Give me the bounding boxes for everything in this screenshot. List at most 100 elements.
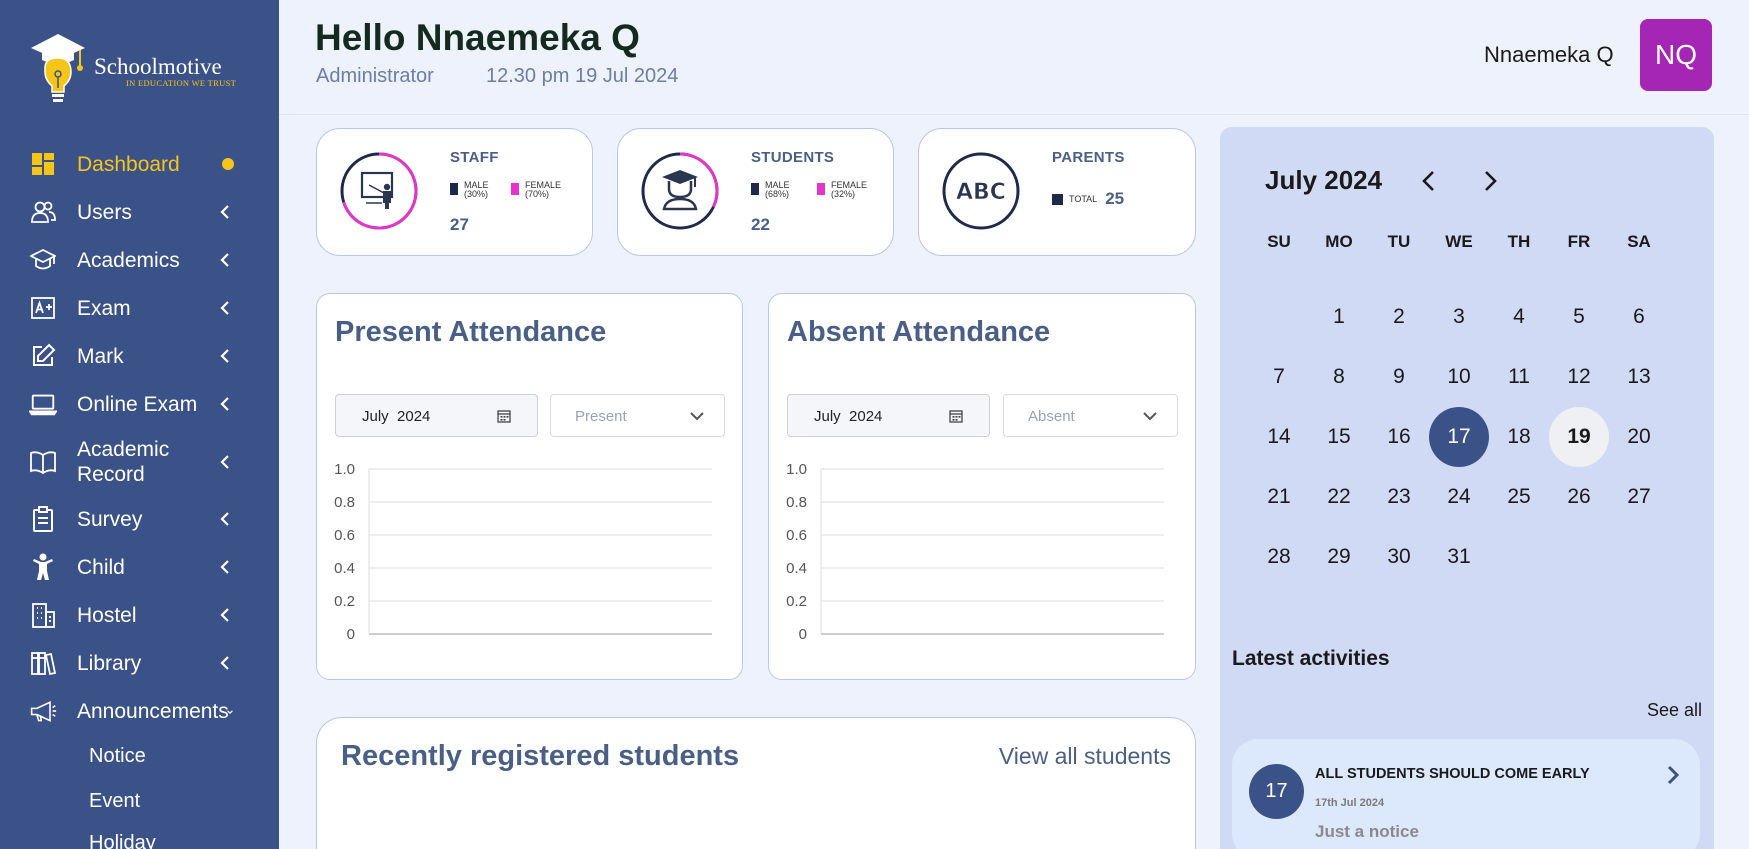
sidebar-item-dashboard[interactable]: Dashboard (0, 150, 279, 178)
sidebar-item-library[interactable]: Library (0, 649, 279, 677)
calendar-day[interactable]: 26 (1549, 467, 1609, 527)
y-tick-label: 0.8 (786, 494, 807, 511)
staff-gender-ring (340, 152, 418, 230)
users-icon (29, 198, 57, 226)
edit-pencil-icon (29, 342, 57, 370)
clipboard-icon (29, 505, 57, 533)
legend-female: FEMALE (32%) (817, 181, 867, 199)
y-tick-label: 1.0 (786, 461, 807, 478)
month-picker[interactable]: July 2024 (335, 394, 538, 437)
header-user-name[interactable]: Nnaemeka Q (1484, 42, 1614, 68)
calendar-day[interactable]: 22 (1309, 467, 1369, 527)
sidebar-item-child[interactable]: Child (0, 553, 279, 581)
sidebar-item-label: Academic Record (77, 438, 170, 486)
sidebar-item-academic-record[interactable]: Academic Record (0, 437, 279, 487)
calendar-day[interactable]: 25 (1489, 467, 1549, 527)
y-tick-label: 0.4 (334, 560, 355, 577)
card-title: Recently registered students (341, 740, 740, 772)
stat-title: STUDENTS (751, 149, 835, 166)
attendance-type-select[interactable]: Absent (1003, 394, 1178, 437)
sidebar-subitem-holiday[interactable]: Holiday (89, 832, 156, 849)
open-book-icon (29, 448, 57, 476)
calendar-day[interactable]: 12 (1549, 347, 1609, 407)
abc-icon: ABC (956, 180, 1006, 205)
calendar-day[interactable]: 10 (1429, 347, 1489, 407)
calendar-day[interactable]: 5 (1549, 287, 1609, 347)
calendar-day[interactable]: 2 (1369, 287, 1429, 347)
calendar-day[interactable]: 4 (1489, 287, 1549, 347)
calendar-day[interactable]: 23 (1369, 467, 1429, 527)
y-tick-label: 0.8 (334, 494, 355, 511)
sidebar-item-hostel[interactable]: Hostel (0, 601, 279, 629)
chevron-left-icon (220, 656, 229, 670)
calendar-day[interactable]: 20 (1609, 407, 1669, 467)
calendar-day[interactable]: 14 (1249, 407, 1309, 467)
sidebar-item-label: Announcements (77, 699, 229, 723)
activity-item[interactable]: 17 ALL STUDENTS SHOULD COME EARLY 17th J… (1232, 739, 1700, 849)
sidebar-subitem-notice[interactable]: Notice (89, 745, 146, 768)
calendar-day[interactable]: 1 (1309, 287, 1369, 347)
students-gender-ring (641, 152, 719, 230)
chevron-left-icon (220, 349, 229, 363)
attendance-type-select[interactable]: Present (550, 394, 725, 437)
sidebar-item-announcements[interactable]: Announcements (0, 697, 279, 725)
sidebar-subitem-event[interactable]: Event (89, 790, 140, 813)
calendar-day[interactable]: 9 (1369, 347, 1429, 407)
legend-male: MALE (68%) (751, 181, 790, 199)
building-icon (29, 601, 57, 629)
sidebar-item-online-exam[interactable]: Online Exam (0, 390, 279, 418)
legend-total: TOTAL 25 (1052, 189, 1124, 209)
card-title: Present Attendance (335, 316, 607, 348)
calendar-day[interactable]: 8 (1309, 347, 1369, 407)
see-all-activities-link[interactable]: See all (1647, 700, 1702, 721)
month-picker[interactable]: July 2024 (787, 394, 990, 437)
calendar-day[interactable]: 16 (1369, 407, 1429, 467)
calendar-day[interactable]: 30 (1369, 527, 1429, 587)
sidebar-item-mark[interactable]: Mark (0, 342, 279, 370)
calendar-day[interactable]: 17 (1429, 407, 1489, 467)
sidebar-item-exam[interactable]: Exam (0, 294, 279, 322)
calendar-day[interactable]: 18 (1489, 407, 1549, 467)
calendar-next-icon[interactable] (1476, 167, 1504, 195)
view-all-students-link[interactable]: View all students (999, 743, 1171, 770)
avatar[interactable]: NQ (1640, 19, 1712, 91)
sidebar-item-users[interactable]: Users (0, 198, 279, 226)
calendar-day[interactable]: 11 (1489, 347, 1549, 407)
stat-total: 27 (450, 215, 469, 234)
calendar-day[interactable]: 24 (1429, 467, 1489, 527)
calendar-day[interactable]: 3 (1429, 287, 1489, 347)
calendar-day[interactable]: 27 (1609, 467, 1669, 527)
students-stat-card[interactable]: STUDENTS MALE (68%) FEMALE (32%) 22 (617, 128, 894, 256)
brand-logo[interactable]: Schoolmotive IN EDUCATION WE TRUST (28, 28, 248, 104)
parents-stat-card[interactable]: ABC PARENTS TOTAL 25 (918, 128, 1196, 256)
calendar-day[interactable]: 28 (1249, 527, 1309, 587)
select-value: Absent (1028, 408, 1075, 425)
calendar-day[interactable]: 29 (1309, 527, 1369, 587)
header-divider (279, 114, 1749, 115)
brand-tagline: IN EDUCATION WE TRUST (126, 78, 237, 88)
calendar-prev-icon[interactable] (1415, 167, 1443, 195)
calendar-day[interactable]: 6 (1609, 287, 1669, 347)
sidebar-item-label: Exam (77, 296, 131, 320)
y-tick-label: 0.4 (786, 560, 807, 577)
absent-attendance-chart: 1.0 0.8 0.6 0.4 0.2 0 (786, 461, 1164, 643)
recent-students-card: Recently registered students View all st… (316, 717, 1196, 849)
sidebar-item-academics[interactable]: Academics (0, 246, 279, 274)
present-attendance-card: Present Attendance July 2024 Present 1.0… (316, 293, 743, 680)
calendar-day[interactable]: 19 (1549, 407, 1609, 467)
sidebar-item-label: Survey (77, 507, 143, 531)
sidebar-item-label: Library (77, 651, 142, 675)
sidebar-item-label: Mark (77, 344, 124, 368)
sidebar-item-label: Hostel (77, 603, 137, 627)
calendar-day[interactable]: 31 (1429, 527, 1489, 587)
chevron-left-icon (220, 455, 229, 469)
calendar-day[interactable]: 21 (1249, 467, 1309, 527)
calendar-day[interactable]: 7 (1249, 347, 1309, 407)
sidebar-item-survey[interactable]: Survey (0, 505, 279, 533)
staff-stat-card[interactable]: STAFF MALE (30%) FEMALE (70%) 27 (316, 128, 593, 256)
activity-heading: ALL STUDENTS SHOULD COME EARLY (1315, 766, 1590, 782)
y-tick-label: 1.0 (334, 461, 355, 478)
calendar-day[interactable]: 15 (1309, 407, 1369, 467)
latest-activities-title: Latest activities (1232, 647, 1390, 670)
calendar-day[interactable]: 13 (1609, 347, 1669, 407)
